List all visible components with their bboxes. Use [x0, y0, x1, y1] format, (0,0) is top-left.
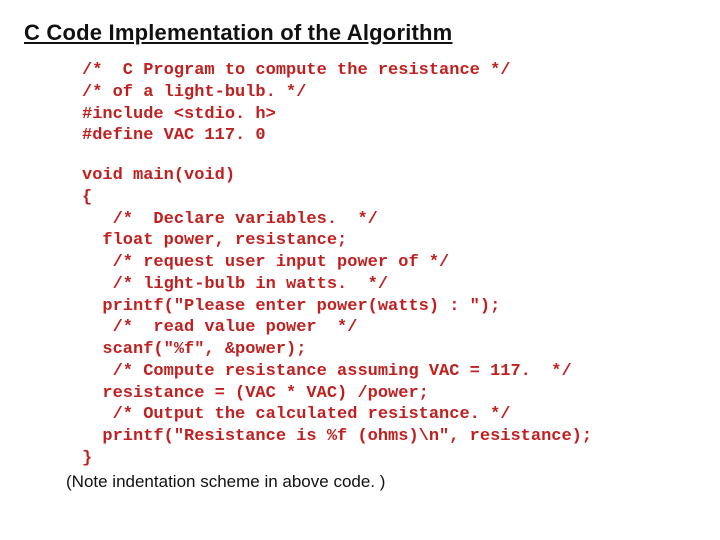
- code-line: /* Declare variables. */: [82, 209, 696, 231]
- code-line: /* Output the calculated resistance. */: [82, 404, 696, 426]
- code-block-main: void main(void) { /* Declare variables. …: [82, 165, 696, 470]
- code-line: /* C Program to compute the resistance *…: [82, 60, 696, 82]
- code-line: #define VAC 117. 0: [82, 125, 696, 147]
- code-line: }: [82, 448, 696, 470]
- note-text: (Note indentation scheme in above code. …: [66, 472, 696, 492]
- code-line: printf("Resistance is %f (ohms)\n", resi…: [82, 426, 696, 448]
- code-line: /* of a light-bulb. */: [82, 82, 696, 104]
- section-title: C Code Implementation of the Algorithm: [24, 20, 696, 46]
- code-line: /* read value power */: [82, 317, 696, 339]
- code-line: scanf("%f", &power);: [82, 339, 696, 361]
- code-line: void main(void): [82, 165, 696, 187]
- code-line: /* light-bulb in watts. */: [82, 274, 696, 296]
- code-line: {: [82, 187, 696, 209]
- code-line: float power, resistance;: [82, 230, 696, 252]
- code-block-top: /* C Program to compute the resistance *…: [82, 60, 696, 147]
- code-line: /* Compute resistance assuming VAC = 117…: [82, 361, 696, 383]
- code-line: /* request user input power of */: [82, 252, 696, 274]
- blank-line: [24, 147, 696, 165]
- code-line: resistance = (VAC * VAC) /power;: [82, 383, 696, 405]
- code-line: #include <stdio. h>: [82, 104, 696, 126]
- code-line: printf("Please enter power(watts) : ");: [82, 296, 696, 318]
